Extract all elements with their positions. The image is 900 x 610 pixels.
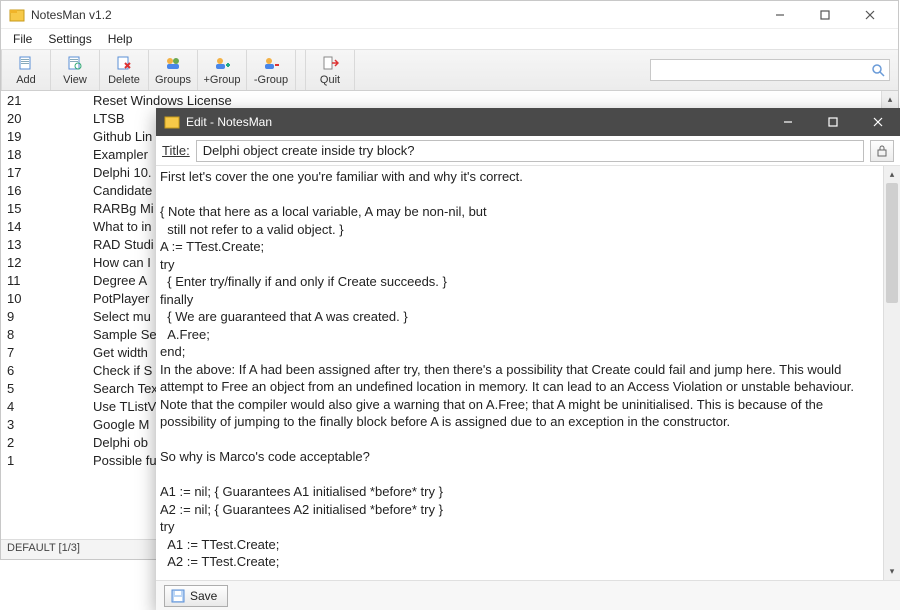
- list-item-number: 21: [7, 93, 93, 108]
- save-icon: [171, 589, 185, 603]
- edit-title: Edit - NotesMan: [186, 115, 272, 129]
- search-input[interactable]: [650, 59, 890, 81]
- list-item-number: 6: [7, 363, 93, 378]
- minus-group-button[interactable]: -Group: [246, 50, 296, 90]
- titlebar[interactable]: NotesMan v1.2: [1, 1, 898, 29]
- group-remove-icon: [262, 54, 280, 72]
- note-add-icon: [17, 54, 35, 72]
- list-item-name: Reset Windows License: [93, 93, 898, 108]
- menu-help[interactable]: Help: [100, 30, 141, 48]
- edit-header: Title:: [156, 136, 900, 166]
- lock-icon: [876, 145, 888, 157]
- view-label: View: [63, 74, 87, 86]
- maximize-button[interactable]: [802, 1, 847, 29]
- list-item-number: 18: [7, 147, 93, 162]
- list-item-number: 12: [7, 255, 93, 270]
- edit-minimize-button[interactable]: [765, 108, 810, 136]
- status-text: DEFAULT [1/3]: [7, 542, 80, 554]
- minus-group-label: -Group: [254, 74, 288, 86]
- note-title-input[interactable]: [196, 140, 864, 162]
- add-label: Add: [16, 74, 36, 86]
- menu-file[interactable]: File: [5, 30, 40, 48]
- minimize-button[interactable]: [757, 1, 802, 29]
- list-item-number: 9: [7, 309, 93, 324]
- toolbar: Add View Delete Groups +Group -Group Qui…: [1, 49, 898, 91]
- search-icon: [871, 63, 885, 77]
- app-icon: [9, 7, 25, 23]
- app-title: NotesMan v1.2: [31, 8, 112, 22]
- list-item-number: 1: [7, 453, 93, 468]
- list-item-number: 15: [7, 201, 93, 216]
- edit-close-button[interactable]: [855, 108, 900, 136]
- groups-button[interactable]: Groups: [148, 50, 198, 90]
- scroll-up-button[interactable]: ▴: [881, 91, 898, 108]
- close-button[interactable]: [847, 1, 892, 29]
- plus-group-label: +Group: [204, 74, 241, 86]
- edit-app-icon: [164, 114, 180, 130]
- list-item-number: 16: [7, 183, 93, 198]
- note-body-textarea[interactable]: First let's cover the one you're familia…: [160, 168, 882, 578]
- list-item-number: 20: [7, 111, 93, 126]
- add-button[interactable]: Add: [1, 50, 51, 90]
- save-label: Save: [190, 589, 217, 603]
- quit-button[interactable]: Quit: [305, 50, 355, 90]
- list-item-number: 4: [7, 399, 93, 414]
- note-view-icon: [66, 54, 84, 72]
- list-item-number: 5: [7, 381, 93, 396]
- edit-maximize-button[interactable]: [810, 108, 855, 136]
- lock-button[interactable]: [870, 140, 894, 162]
- scroll-up-icon[interactable]: ▴: [884, 166, 900, 183]
- quit-icon: [321, 54, 339, 72]
- edit-scrollbar[interactable]: ▴ ▾: [883, 166, 900, 580]
- delete-button[interactable]: Delete: [99, 50, 149, 90]
- list-item-number: 17: [7, 165, 93, 180]
- list-item-number: 2: [7, 435, 93, 450]
- list-item-number: 19: [7, 129, 93, 144]
- edit-footer: Save: [156, 580, 900, 610]
- groups-label: Groups: [155, 74, 191, 86]
- list-item[interactable]: 21Reset Windows License: [1, 91, 898, 109]
- list-item-number: 11: [7, 273, 93, 288]
- scroll-down-icon[interactable]: ▾: [884, 563, 900, 580]
- groups-icon: [164, 54, 182, 72]
- delete-label: Delete: [108, 74, 140, 86]
- group-add-icon: [213, 54, 231, 72]
- note-delete-icon: [115, 54, 133, 72]
- edit-window: Edit - NotesMan Title: First let's cover…: [156, 108, 900, 610]
- quit-label: Quit: [320, 74, 340, 86]
- save-button[interactable]: Save: [164, 585, 228, 607]
- list-item-number: 7: [7, 345, 93, 360]
- title-label: Title:: [162, 143, 190, 158]
- menubar: File Settings Help: [1, 29, 898, 49]
- edit-body: First let's cover the one you're familia…: [156, 166, 900, 580]
- list-item-number: 8: [7, 327, 93, 342]
- plus-group-button[interactable]: +Group: [197, 50, 247, 90]
- list-item-number: 13: [7, 237, 93, 252]
- menu-settings[interactable]: Settings: [40, 30, 99, 48]
- scroll-thumb[interactable]: [886, 183, 898, 303]
- list-item-number: 14: [7, 219, 93, 234]
- list-item-number: 3: [7, 417, 93, 432]
- list-item-number: 10: [7, 291, 93, 306]
- view-button[interactable]: View: [50, 50, 100, 90]
- edit-titlebar[interactable]: Edit - NotesMan: [156, 108, 900, 136]
